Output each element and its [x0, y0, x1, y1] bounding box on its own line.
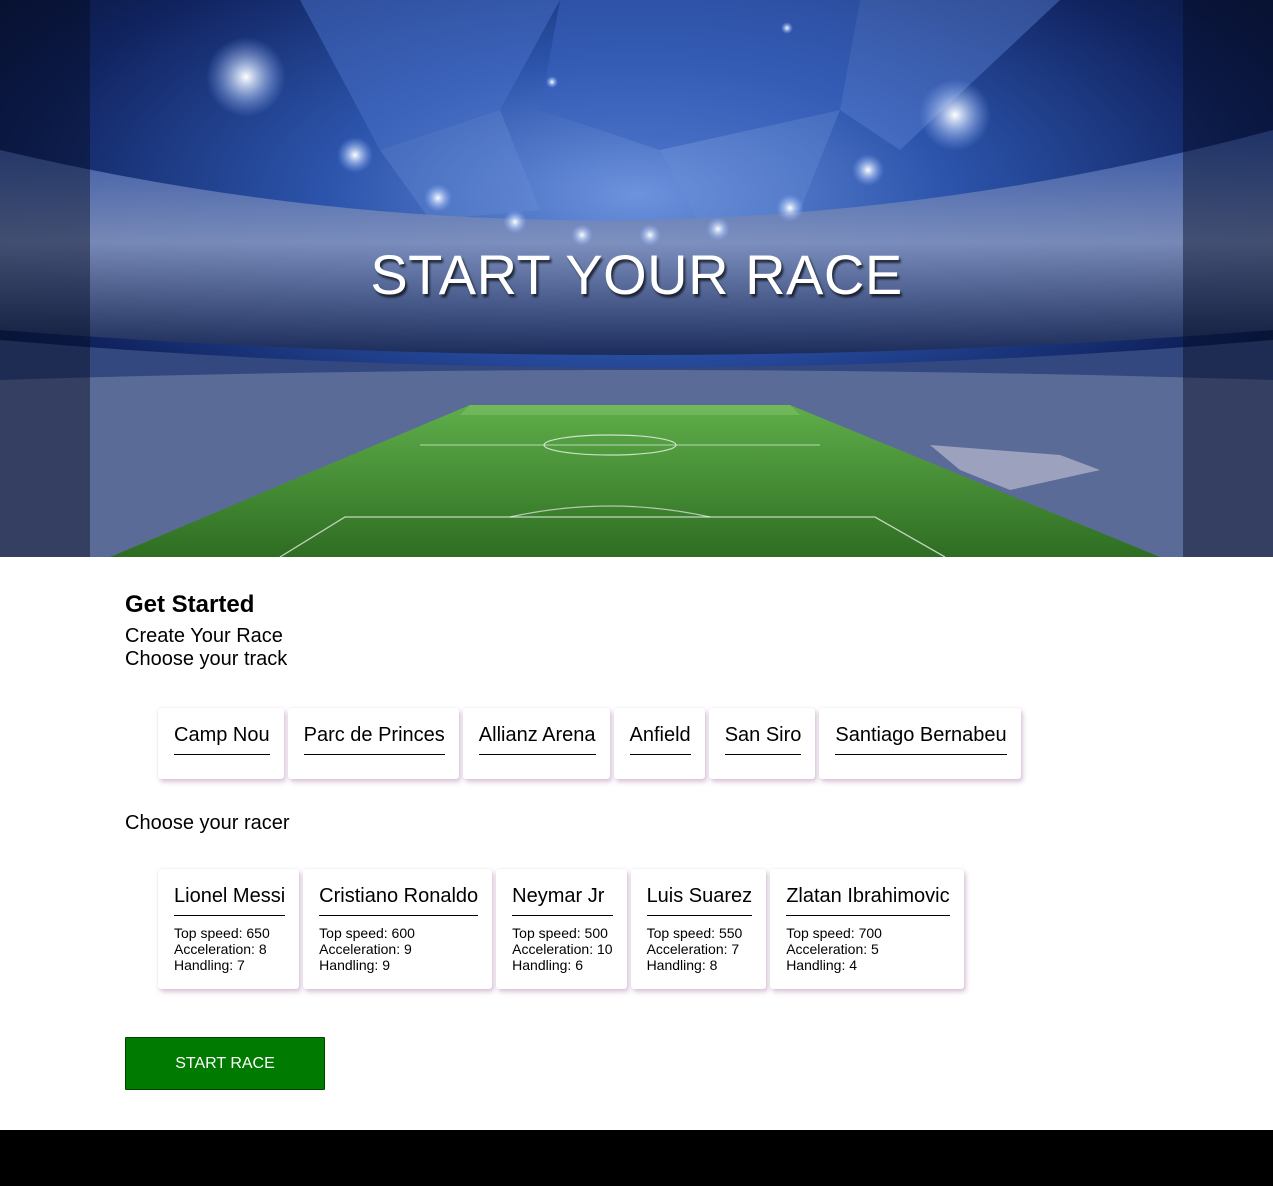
racer-handling: Handling: 8	[646, 957, 718, 973]
racer-handling: Handling: 7	[174, 957, 245, 973]
track-card-allianz-arena[interactable]: Allianz Arena	[462, 708, 610, 779]
racer-top-speed: Top speed: 600	[319, 925, 415, 941]
racer-stats: Top speed: 600 Acceleration: 9 Handling:…	[319, 925, 478, 973]
racer-card-zlatan-ibrahimovic[interactable]: Zlatan Ibrahimovic Top speed: 700 Accele…	[770, 869, 964, 989]
racer-name: Cristiano Ronaldo	[319, 884, 479, 916]
racer-stats: Top speed: 700 Acceleration: 5 Handling:…	[786, 925, 949, 973]
racer-handling: Handling: 4	[786, 957, 858, 973]
racer-name: Luis Suarez	[646, 884, 753, 916]
racer-acceleration: Acceleration: 7	[646, 941, 740, 957]
racer-list: Lionel Messi Top speed: 650 Acceleration…	[158, 869, 964, 989]
track-card-parc-de-princes[interactable]: Parc de Princes	[287, 708, 459, 779]
racer-top-speed: Top speed: 550	[646, 925, 743, 941]
track-name: San Siro	[724, 723, 802, 755]
racer-top-speed: Top speed: 500	[512, 925, 608, 941]
racer-top-speed: Top speed: 700	[786, 925, 882, 941]
racer-acceleration: Acceleration: 10	[512, 941, 613, 957]
track-card-san-siro[interactable]: San Siro	[708, 708, 816, 779]
page-title: Get Started	[125, 591, 255, 618]
track-list: Camp Nou Parc de Princes Allianz Arena A…	[158, 708, 1021, 779]
racer-name: Zlatan Ibrahimovic	[786, 884, 950, 916]
track-card-camp-nou[interactable]: Camp Nou	[158, 708, 284, 779]
racer-stats: Top speed: 650 Acceleration: 8 Handling:…	[174, 925, 285, 973]
racer-top-speed: Top speed: 650	[174, 925, 270, 941]
racer-handling: Handling: 9	[319, 957, 390, 973]
racer-acceleration: Acceleration: 5	[786, 941, 879, 957]
track-name: Camp Nou	[174, 723, 270, 755]
track-name: Parc de Princes	[303, 723, 445, 755]
track-name: Anfield	[629, 723, 691, 755]
racer-card-luis-suarez[interactable]: Luis Suarez Top speed: 550 Acceleration:…	[630, 869, 767, 989]
racer-card-cristiano-ronaldo[interactable]: Cristiano Ronaldo Top speed: 600 Acceler…	[303, 869, 493, 989]
racer-card-neymar-jr[interactable]: Neymar Jr Top speed: 500 Acceleration: 1…	[496, 869, 627, 989]
track-card-anfield[interactable]: Anfield	[613, 708, 705, 779]
racer-stats: Top speed: 550 Acceleration: 7 Handling:…	[647, 925, 753, 973]
hero-title: START YOUR RACE	[370, 243, 903, 306]
track-name: Santiago Bernabeu	[835, 723, 1007, 755]
hero-banner: START YOUR RACE	[0, 0, 1273, 557]
create-race-subtitle: Create Your Race	[125, 625, 283, 647]
track-name: Allianz Arena	[478, 723, 596, 755]
racer-acceleration: Acceleration: 8	[174, 941, 267, 957]
racer-handling: Handling: 6	[512, 957, 583, 973]
racer-acceleration: Acceleration: 9	[319, 941, 412, 957]
racer-name: Lionel Messi	[174, 884, 286, 916]
main-content: Get Started Create Your Race Choose your…	[125, 590, 1145, 1090]
choose-track-label: Choose your track	[125, 648, 288, 670]
racer-card-lionel-messi[interactable]: Lionel Messi Top speed: 650 Acceleration…	[158, 869, 300, 989]
track-card-santiago-bernabeu[interactable]: Santiago Bernabeu	[819, 708, 1021, 779]
racer-name: Neymar Jr	[512, 884, 613, 916]
racer-stats: Top speed: 500 Acceleration: 10 Handling…	[512, 925, 612, 973]
footer	[0, 1130, 1273, 1186]
start-race-button[interactable]: START RACE	[125, 1037, 325, 1090]
choose-racer-label: Choose your racer	[125, 812, 290, 834]
